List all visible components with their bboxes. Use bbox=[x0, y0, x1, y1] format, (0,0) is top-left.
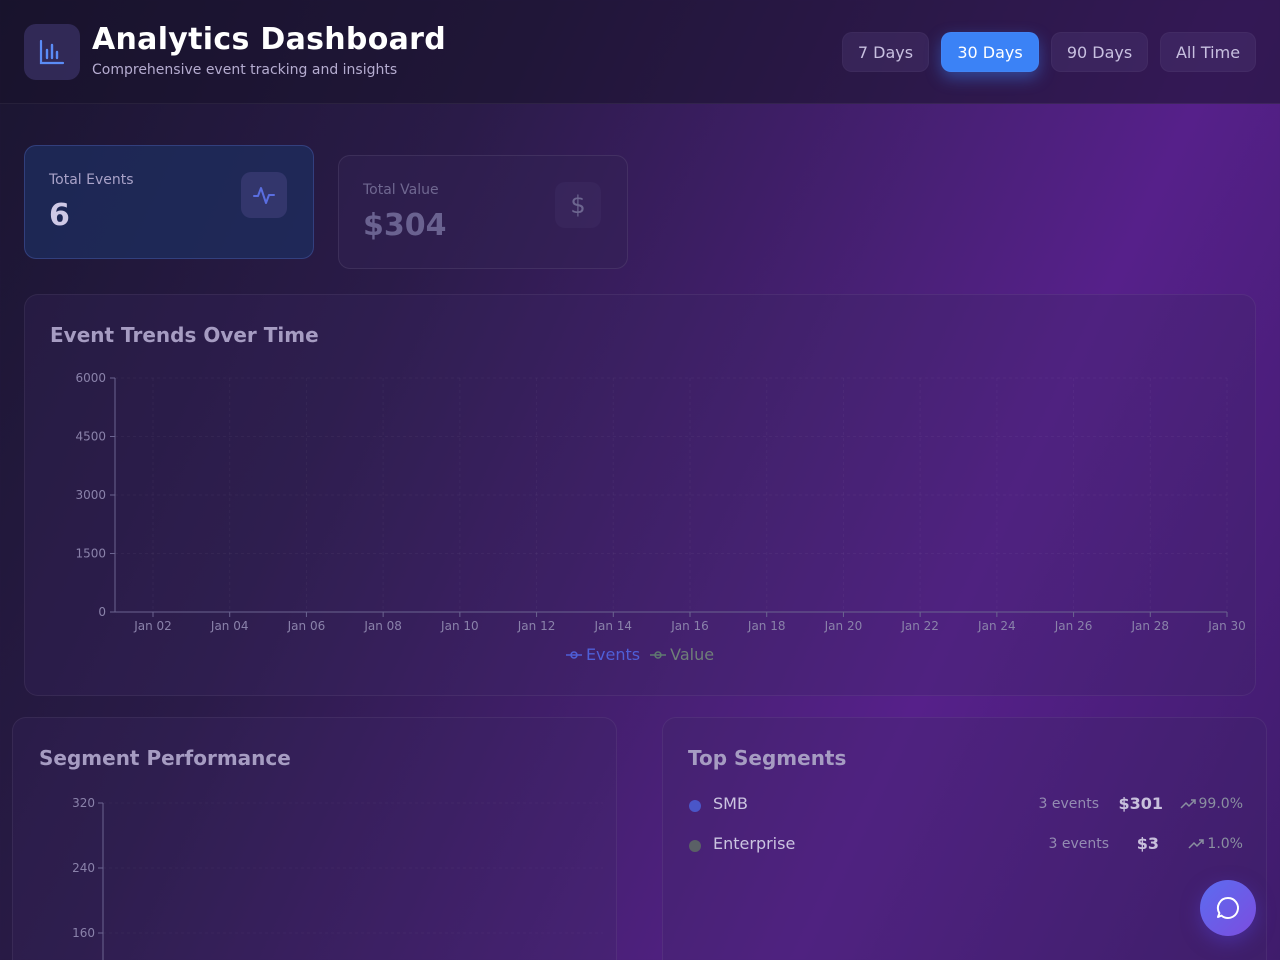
range-30-days-button[interactable]: 30 Days bbox=[941, 32, 1039, 72]
x-tick-label: Jan 26 bbox=[1054, 619, 1093, 633]
segment-value: $301 bbox=[1118, 794, 1163, 813]
trending-up-icon bbox=[1188, 839, 1205, 849]
y-tick-label: 0 bbox=[98, 605, 106, 619]
page-subtitle: Comprehensive event tracking and insight… bbox=[92, 62, 398, 78]
bar-chart-logo-icon bbox=[24, 24, 80, 80]
panel-title: Top Segments bbox=[688, 746, 847, 770]
y-tick-label: 320 bbox=[72, 796, 95, 810]
x-tick-label: Jan 12 bbox=[517, 619, 556, 633]
x-tick-label: Jan 04 bbox=[210, 619, 249, 633]
x-tick-label: Jan 14 bbox=[593, 619, 632, 633]
total-events-card: Total Events 6 bbox=[24, 145, 314, 259]
segment-color-dot bbox=[689, 800, 701, 812]
segment-row-smb[interactable]: SMB 3 events $301 99.0% bbox=[687, 794, 1243, 818]
dollar-icon: $ bbox=[555, 182, 601, 228]
trending-up-icon bbox=[1179, 799, 1196, 809]
x-tick-label: Jan 02 bbox=[133, 619, 172, 633]
chat-bubble-icon bbox=[1216, 896, 1239, 919]
activity-icon bbox=[241, 172, 287, 218]
y-tick-label: 3000 bbox=[75, 488, 106, 502]
segment-events: 3 events bbox=[1048, 836, 1109, 852]
y-tick-label: 4500 bbox=[75, 430, 106, 444]
x-tick-label: Jan 30 bbox=[1207, 619, 1246, 633]
legend-label: Value bbox=[670, 645, 715, 664]
segment-share-value: 1.0% bbox=[1207, 836, 1243, 852]
stat-label: Total Events bbox=[49, 172, 134, 188]
x-tick-label: Jan 18 bbox=[747, 619, 786, 633]
segment-share: 99.0% bbox=[1179, 796, 1243, 812]
x-tick-label: Jan 28 bbox=[1130, 619, 1169, 633]
stat-value: $304 bbox=[363, 208, 447, 243]
event-trends-panel: Event Trends Over Time 0 1500 3000 4500 6000… bbox=[24, 294, 1256, 696]
range-all-time-button[interactable]: All Time bbox=[1160, 32, 1256, 72]
segment-value: $3 bbox=[1136, 834, 1159, 853]
x-tick-label: Jan 06 bbox=[287, 619, 326, 633]
segment-color-dot bbox=[689, 840, 701, 852]
y-tick-label: 6000 bbox=[75, 371, 106, 385]
x-tick-label: Jan 16 bbox=[670, 619, 709, 633]
stat-value: 6 bbox=[49, 198, 70, 233]
stat-label: Total Value bbox=[363, 182, 439, 198]
range-7-days-button[interactable]: 7 Days bbox=[842, 32, 929, 72]
top-segments-panel: Top Segments SMB 3 events $301 99.0% Ent… bbox=[662, 717, 1267, 960]
chat-button[interactable] bbox=[1200, 880, 1256, 936]
segment-name: Enterprise bbox=[713, 834, 796, 853]
x-tick-label: Jan 20 bbox=[824, 619, 863, 633]
x-tick-label: Jan 24 bbox=[977, 619, 1016, 633]
y-tick-label: 1500 bbox=[75, 547, 106, 561]
segment-share: 1.0% bbox=[1188, 836, 1243, 852]
x-tick-label: Jan 22 bbox=[900, 619, 939, 633]
segment-name: SMB bbox=[713, 794, 748, 813]
segment-share-value: 99.0% bbox=[1198, 796, 1243, 812]
y-tick-label: 160 bbox=[72, 926, 95, 940]
segment-row-enterprise[interactable]: Enterprise 3 events $3 1.0% bbox=[687, 834, 1243, 858]
x-tick-label: Jan 10 bbox=[440, 619, 479, 633]
x-tick-label: Jan 08 bbox=[363, 619, 402, 633]
event-trends-chart: 0 1500 3000 4500 6000 Jan 02 Jan 04 Jan 06 Jan 0… bbox=[75, 371, 1246, 633]
total-value-card: Total Value $304 $ bbox=[338, 155, 628, 269]
legend-label: Events bbox=[585, 645, 641, 664]
y-tick-label: 240 bbox=[72, 861, 95, 875]
legend-item-events[interactable]: Events bbox=[565, 645, 641, 664]
chart-legend: Events Value bbox=[25, 645, 1255, 664]
page-title: Analytics Dashboard bbox=[92, 22, 447, 57]
segment-events: 3 events bbox=[1038, 796, 1099, 812]
dashboard-header: Analytics Dashboard Comprehensive event … bbox=[0, 0, 1280, 104]
range-90-days-button[interactable]: 90 Days bbox=[1051, 32, 1148, 72]
segment-performance-chart: 320 240 160 bbox=[72, 796, 104, 960]
segment-performance-panel: Segment Performance 320 240 160 bbox=[12, 717, 617, 960]
legend-item-value[interactable]: Value bbox=[650, 645, 714, 664]
